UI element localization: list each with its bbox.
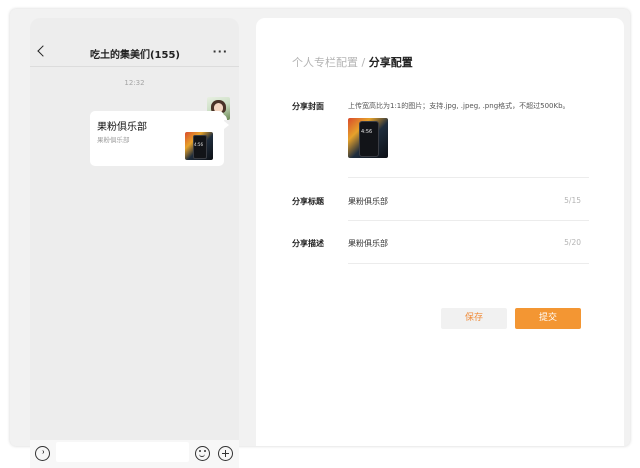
share-card[interactable]: 果粉俱乐部 果粉俱乐部 4:56 (90, 111, 229, 166)
cover-hint: 上传宽高比为1:1的图片；支持.jpg, .jpeg, .png格式，不超过50… (348, 102, 570, 110)
desc-input[interactable]: 果粉俱乐部 (348, 238, 388, 249)
divider (348, 263, 589, 264)
more-icon[interactable]: ··· (212, 45, 228, 58)
voice-icon[interactable] (35, 446, 50, 461)
back-arrow-icon[interactable] (37, 45, 49, 57)
divider (348, 177, 589, 178)
message-input[interactable] (56, 442, 189, 462)
submit-button[interactable]: 提交 (515, 308, 581, 329)
breadcrumb-parent[interactable]: 个人专栏配置 (292, 56, 358, 69)
share-config-panel: 个人专栏配置 / 分享配置 分享封面 上传宽高比为1:1的图片；支持.jpg, … (256, 18, 624, 446)
header-divider (30, 66, 239, 67)
desc-char-count: 5/20 (564, 238, 581, 247)
title-char-count: 5/15 (564, 196, 581, 205)
title-input[interactable]: 果粉俱乐部 (348, 196, 388, 207)
breadcrumb: 个人专栏配置 / 分享配置 (292, 54, 413, 70)
chat-title: 吃土的集美们(155) (89, 50, 180, 61)
divider (348, 220, 589, 221)
breadcrumb-separator: / (358, 56, 369, 69)
share-card-desc: 果粉俱乐部 (97, 136, 130, 144)
title-label: 分享标题 (292, 197, 324, 206)
save-button[interactable]: 保存 (441, 308, 507, 329)
share-card-title: 果粉俱乐部 (97, 122, 147, 133)
chat-input-bar (30, 440, 239, 468)
chat-preview: 吃土的集美们(155) ··· 12:32 果粉俱乐部 果粉俱乐部 4:56 (30, 18, 239, 468)
desc-label: 分享描述 (292, 239, 324, 248)
cover-preview-time: 4:56 (361, 129, 373, 135)
cover-label: 分享封面 (292, 102, 324, 111)
cover-upload-preview[interactable]: 4:56 (348, 118, 388, 158)
plus-icon[interactable] (218, 446, 233, 461)
share-card-thumbnail: 4:56 (185, 132, 213, 160)
thumbnail-time: 4:56 (194, 142, 203, 147)
chat-header: 吃土的集美们(155) ··· (30, 18, 239, 66)
emoji-icon[interactable] (195, 446, 210, 461)
message-timestamp: 12:32 (124, 79, 145, 87)
breadcrumb-current: 分享配置 (368, 56, 413, 69)
